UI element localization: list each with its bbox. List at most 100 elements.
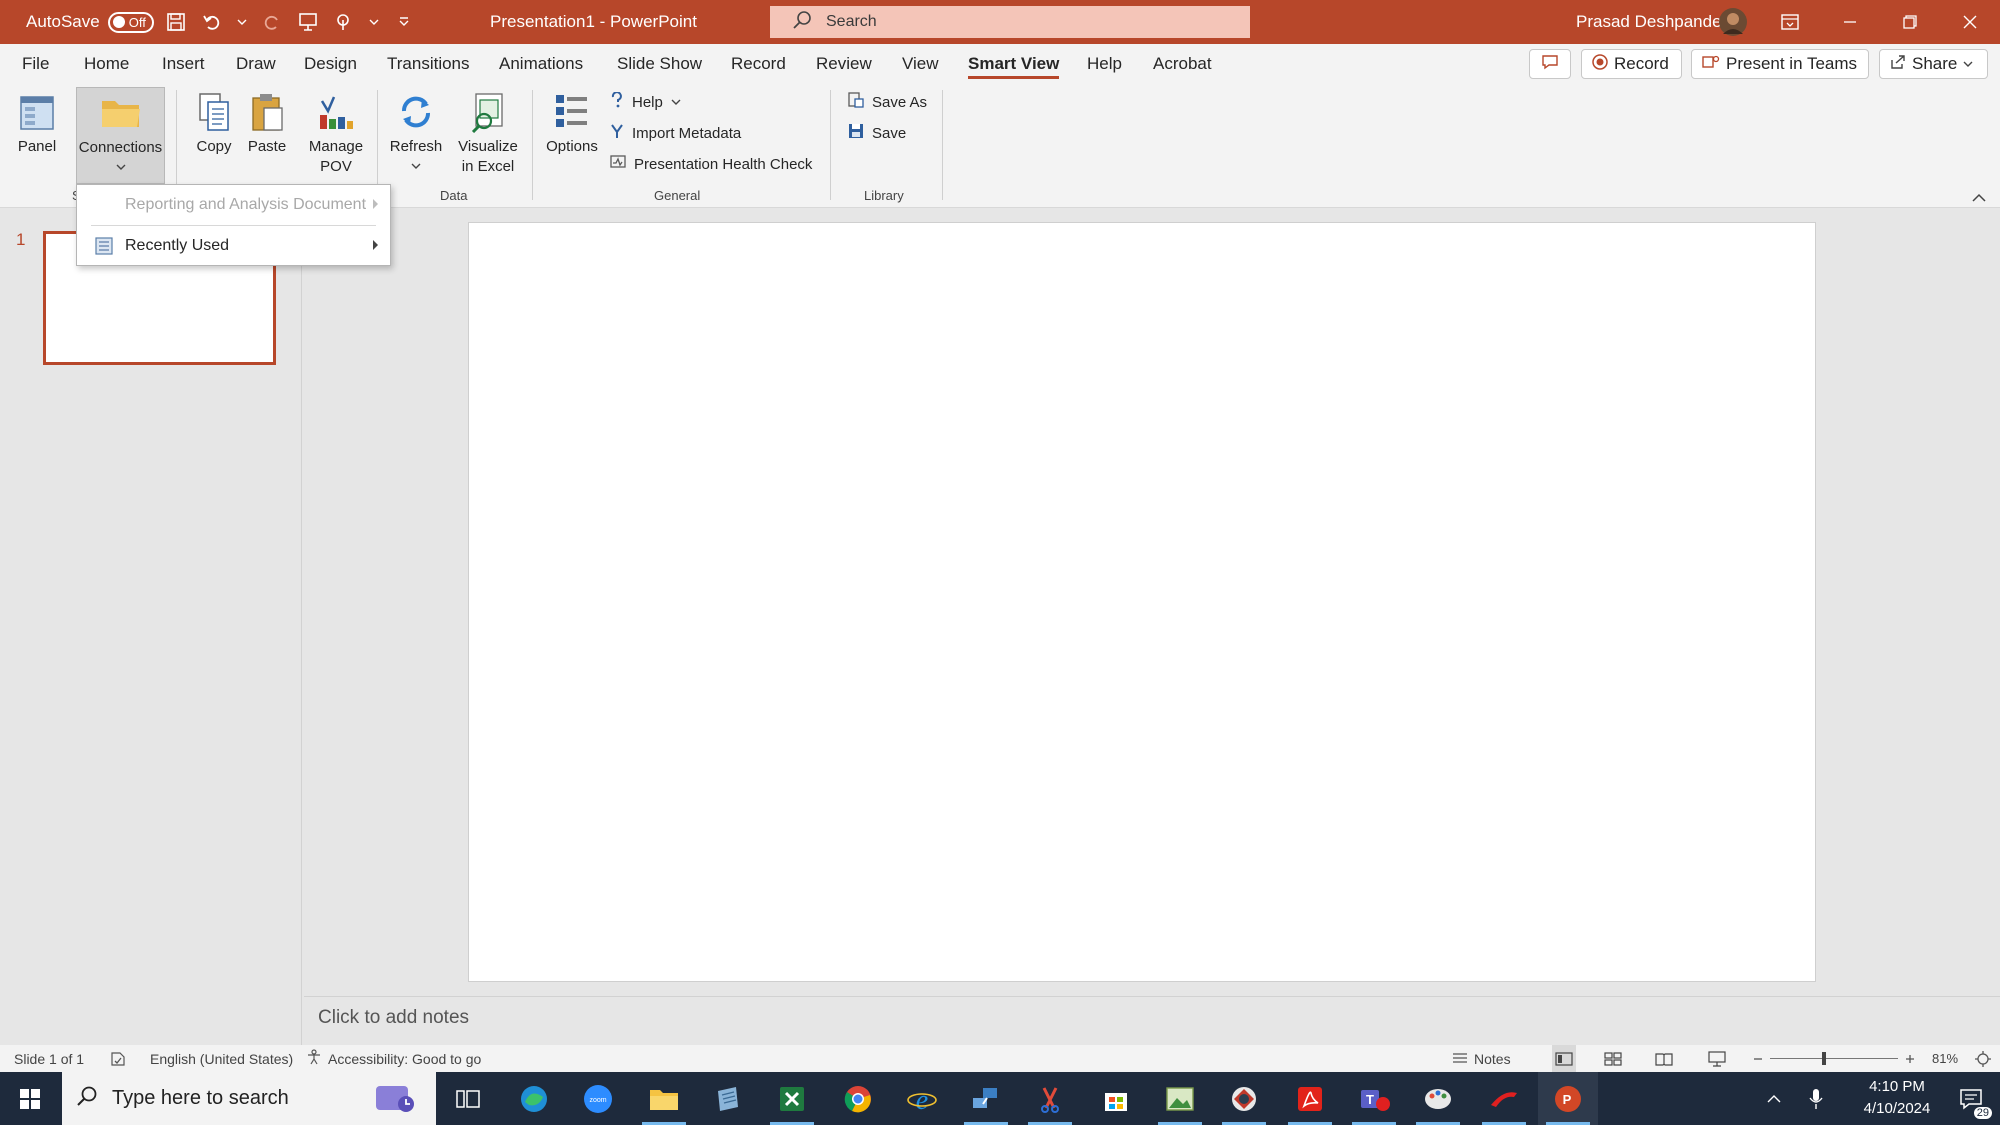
save-label: Save — [872, 124, 907, 142]
task-view-icon[interactable] — [438, 1072, 498, 1125]
autosave-toggle[interactable]: Off — [107, 11, 154, 33]
help-button[interactable]: Help — [610, 90, 681, 114]
clock-date: 4/10/2024 — [1863, 1100, 1931, 1117]
edge-icon[interactable] — [504, 1072, 564, 1125]
save-as-icon — [848, 92, 864, 112]
submenu-arrow-icon — [373, 240, 378, 250]
restore-icon[interactable] — [1880, 0, 1940, 44]
tab-review[interactable]: Review — [816, 44, 872, 84]
paste-button[interactable]: Paste — [244, 89, 290, 157]
windows-start-icon[interactable] — [0, 1072, 60, 1125]
collapse-ribbon-icon[interactable] — [1972, 190, 1986, 208]
tab-draw[interactable]: Draw — [236, 44, 276, 84]
microphone-icon[interactable] — [1796, 1072, 1836, 1125]
health-check-label: Presentation Health Check — [634, 155, 813, 173]
avatar[interactable] — [1718, 0, 1748, 44]
close-icon[interactable] — [1940, 0, 2000, 44]
zoom-app-icon[interactable]: zoom — [568, 1072, 628, 1125]
tab-insert[interactable]: Insert — [162, 44, 205, 84]
acrobat-icon[interactable] — [1280, 1072, 1340, 1125]
connections-label: Connections — [78, 139, 163, 156]
customize-qat-icon[interactable] — [393, 11, 415, 33]
tab-transitions[interactable]: Transitions — [387, 44, 470, 84]
search-box[interactable]: Search — [770, 6, 1250, 38]
panel-button[interactable]: Panel — [10, 89, 64, 157]
excel-icon[interactable] — [762, 1072, 822, 1125]
autosave-control[interactable]: AutoSave Off — [26, 0, 154, 44]
slide-show-view-icon[interactable] — [1708, 1045, 1726, 1072]
tab-smart-view[interactable]: Smart View — [968, 44, 1060, 84]
presentation-health-check-button[interactable]: Presentation Health Check — [610, 152, 812, 176]
tab-design[interactable]: Design — [304, 44, 357, 84]
application-icon[interactable] — [1214, 1072, 1274, 1125]
minimize-icon[interactable] — [1820, 0, 1880, 44]
options-button[interactable]: Options — [540, 89, 604, 157]
tab-animations[interactable]: Animations — [499, 44, 583, 84]
slide-sorter-icon[interactable] — [1604, 1045, 1622, 1072]
touch-dropdown-icon[interactable] — [369, 11, 379, 33]
import-metadata-button[interactable]: Import Metadata — [610, 121, 741, 145]
snipping-tool-icon[interactable] — [1020, 1072, 1080, 1125]
save-icon[interactable] — [165, 11, 187, 33]
library-save-button[interactable]: Save — [848, 121, 906, 145]
comments-button[interactable] — [1529, 49, 1571, 79]
notification-center-icon[interactable]: 29 — [1946, 1072, 1996, 1125]
chrome-icon[interactable] — [828, 1072, 888, 1125]
slide-canvas[interactable] — [468, 222, 1816, 982]
manage-pov-button[interactable]: Manage POV — [302, 89, 370, 177]
copy-button[interactable]: Copy — [188, 89, 240, 157]
photo-viewer-icon[interactable] — [1150, 1072, 1210, 1125]
internet-explorer-icon[interactable]: e — [892, 1072, 952, 1125]
zoom-in-icon[interactable] — [1904, 1045, 1916, 1072]
record-button[interactable]: Record — [1581, 49, 1682, 79]
slide-counter[interactable]: Slide 1 of 1 — [14, 1045, 84, 1072]
paint-icon[interactable] — [1408, 1072, 1468, 1125]
ribbon-display-options-icon[interactable] — [1760, 0, 1820, 44]
tab-acrobat[interactable]: Acrobat — [1153, 44, 1212, 84]
save-as-button[interactable]: Save As — [848, 90, 927, 114]
zoom-level[interactable]: 81% — [1932, 1045, 1958, 1072]
tab-help[interactable]: Help — [1087, 44, 1122, 84]
clock[interactable]: 4:10 PM 4/10/2024 — [1842, 1076, 1952, 1120]
undo-icon[interactable] — [201, 11, 223, 33]
user-name[interactable]: Prasad Deshpande — [1576, 0, 1722, 44]
tab-slide-show[interactable]: Slide Show — [617, 44, 702, 84]
notes-pane[interactable]: Click to add notes — [304, 996, 2000, 1038]
microsoft-store-icon[interactable] — [1086, 1072, 1146, 1125]
zoom-slider-thumb[interactable] — [1822, 1052, 1826, 1065]
visualize-in-excel-button[interactable]: Visualize in Excel — [452, 89, 524, 177]
spelling-check-icon[interactable] — [110, 1045, 126, 1072]
visualize-label-line2: in Excel — [461, 158, 515, 175]
tab-file[interactable]: File — [22, 44, 49, 84]
notes-toggle-button[interactable]: Notes — [1452, 1045, 1511, 1072]
language-status[interactable]: English (United States) — [150, 1045, 293, 1072]
phone-icon[interactable] — [1474, 1072, 1534, 1125]
powerpoint-icon[interactable]: P — [1538, 1072, 1598, 1125]
share-button[interactable]: Share — [1879, 49, 1988, 79]
zoom-out-icon[interactable] — [1752, 1045, 1764, 1072]
fit-to-window-icon[interactable] — [1974, 1045, 1992, 1072]
normal-view-icon[interactable] — [1552, 1045, 1576, 1072]
connections-button[interactable]: Connections — [76, 87, 165, 184]
present-in-teams-button[interactable]: Present in Teams — [1691, 49, 1869, 79]
tab-home[interactable]: Home — [84, 44, 129, 84]
notepad-icon[interactable] — [698, 1072, 758, 1125]
reading-view-icon[interactable] — [1655, 1045, 1673, 1072]
file-explorer-icon[interactable] — [634, 1072, 694, 1125]
show-hidden-icons-icon[interactable] — [1752, 1072, 1796, 1125]
taskbar-search-box[interactable]: Type here to search — [62, 1072, 436, 1125]
tab-record[interactable]: Record — [731, 44, 786, 84]
refresh-button[interactable]: Refresh — [386, 89, 446, 177]
visualize-label-line1: Visualize — [458, 138, 518, 155]
zoom-slider[interactable] — [1770, 1045, 1898, 1072]
tab-view[interactable]: View — [902, 44, 939, 84]
accessibility-status[interactable]: Accessibility: Good to go — [306, 1045, 481, 1072]
menu-divider — [91, 225, 376, 226]
teams-icon[interactable]: T — [1344, 1072, 1404, 1125]
undo-dropdown-icon[interactable] — [237, 11, 247, 33]
menu-item-recently-used[interactable]: Recently Used — [77, 228, 390, 264]
remote-desktop-icon[interactable] — [956, 1072, 1016, 1125]
touch-mode-icon[interactable] — [333, 11, 355, 33]
present-from-start-icon[interactable] — [297, 11, 319, 33]
redo-icon[interactable] — [261, 11, 283, 33]
